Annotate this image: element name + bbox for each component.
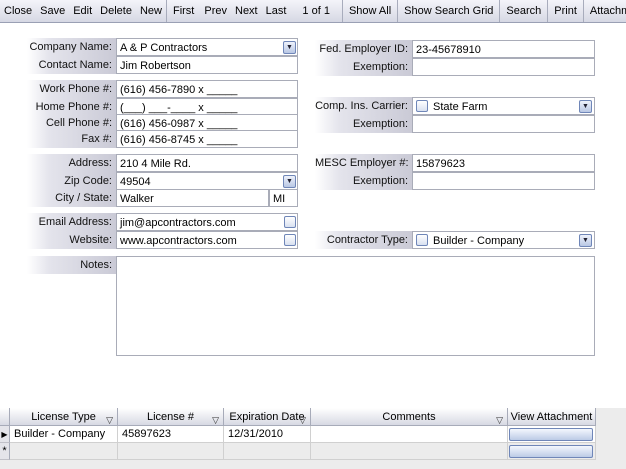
city-field[interactable]: Walker (116, 189, 269, 207)
address-field[interactable]: 210 4 Mile Rd. (116, 154, 298, 172)
company-name-combobox[interactable]: A & P Contractors (116, 38, 298, 56)
prev-button[interactable]: Prev (200, 0, 231, 22)
toolbar: Close Save Edit Delete New First Prev Ne… (0, 0, 626, 23)
contractor-type-label: Contractor Type: (315, 231, 412, 249)
exemption-label-1: Exemption: (315, 58, 412, 76)
company-name-value: A & P Contractors (120, 42, 208, 54)
comp-ins-carrier-value: State Farm (433, 101, 488, 113)
new-row-license-num[interactable] (118, 443, 224, 460)
mesc-employer-field[interactable]: 15879623 (412, 154, 595, 172)
email-send-icon[interactable] (284, 216, 296, 228)
state-value: MI (273, 193, 286, 205)
current-row-arrow-icon[interactable]: ▶ (0, 426, 10, 443)
company-name-dropdown-icon[interactable]: ▼ (283, 41, 296, 54)
email-field[interactable]: jim@apcontractors.com (116, 213, 298, 231)
email-label: Email Address: (27, 213, 116, 231)
fed-employer-id-value: 23-45678910 (416, 44, 481, 56)
zip-code-label: Zip Code: (27, 172, 116, 190)
website-value: www.apcontractors.com (120, 235, 237, 247)
exemption-field-2[interactable] (412, 115, 595, 133)
new-row-view-attachment-button[interactable] (509, 445, 593, 458)
license-num-header-label: License # (146, 411, 195, 423)
view-attachment-header: View Attachment (508, 408, 596, 426)
contractor-form: Company Name: A & P Contractors ▼ Contac… (0, 23, 626, 408)
new-row-marker: * (0, 443, 10, 460)
new-row-comments[interactable] (311, 443, 508, 460)
mesc-employer-label: MESC Employer #: (315, 154, 412, 172)
city-state-label: City / State: (27, 189, 116, 207)
company-name-label: Company Name: (27, 38, 116, 56)
work-phone-label: Work Phone #: (27, 80, 116, 98)
contractor-type-combobox[interactable]: Builder - Company (412, 231, 595, 249)
zip-code-dropdown-icon[interactable]: ▼ (283, 175, 296, 188)
new-row-license-type[interactable] (10, 443, 118, 460)
zip-code-combobox[interactable]: 49504 (116, 172, 298, 190)
save-button[interactable]: Save (36, 0, 69, 22)
new-button[interactable]: New (136, 0, 166, 22)
fax-field[interactable]: (616) 456-8745 x _____ (116, 130, 298, 148)
edit-button[interactable]: Edit (69, 0, 96, 22)
comp-ins-carrier-checkbox[interactable] (416, 100, 428, 112)
record-counter: 1 of 1 (302, 5, 330, 17)
grid-corner (0, 408, 10, 426)
fed-employer-id-field[interactable]: 23-45678910 (412, 40, 595, 58)
notes-textarea[interactable] (116, 256, 595, 356)
website-label: Website: (27, 231, 116, 249)
license-type-header[interactable]: License Type ▽ (10, 408, 118, 426)
exemption-field-1[interactable] (412, 58, 595, 76)
contractor-type-value: Builder - Company (433, 235, 525, 247)
contact-name-field[interactable]: Jim Robertson (116, 56, 298, 74)
comp-ins-carrier-combobox[interactable]: State Farm (412, 97, 595, 115)
expiration-date-header[interactable]: Expiration Date ▽ (224, 408, 311, 426)
last-button[interactable]: Last (262, 0, 291, 22)
cell-phone-value: (616) 456-0987 x _____ (120, 118, 238, 130)
state-field[interactable]: MI (269, 189, 298, 207)
next-button[interactable]: Next (231, 0, 262, 22)
contractor-type-checkbox[interactable] (416, 234, 428, 246)
work-phone-field[interactable]: (616) 456-7890 x _____ (116, 80, 298, 98)
comments-header-label: Comments (382, 411, 436, 423)
show-all-button[interactable]: Show All (341, 0, 397, 22)
address-value: 210 4 Mile Rd. (120, 158, 191, 170)
contact-name-label: Contact Name: (27, 56, 116, 74)
delete-button[interactable]: Delete (96, 0, 136, 22)
attachments-button[interactable]: Attachments (582, 0, 626, 22)
mesc-employer-value: 15879623 (416, 158, 465, 170)
table-row-license-type[interactable]: Builder - Company (10, 426, 118, 443)
comp-ins-carrier-label: Comp. Ins. Carrier: (315, 97, 412, 115)
exemption-field-3[interactable] (412, 172, 595, 190)
website-field[interactable]: www.apcontractors.com (116, 231, 298, 249)
contractor-type-dropdown-icon[interactable]: ▼ (579, 234, 592, 247)
work-phone-value: (616) 456-7890 x _____ (120, 84, 238, 96)
fax-label: Fax #: (27, 130, 116, 148)
search-button[interactable]: Search (499, 0, 547, 22)
exemption-label-2: Exemption: (315, 115, 412, 133)
print-button[interactable]: Print (547, 0, 583, 22)
license-grid: License Type ▽ License # ▽ Expiration Date… (0, 408, 626, 469)
comments-header[interactable]: Comments ▽ (311, 408, 508, 426)
zip-code-value: 49504 (120, 176, 151, 188)
close-button[interactable]: Close (0, 0, 36, 22)
first-button[interactable]: First (165, 0, 200, 22)
license-type-header-label: License Type (31, 411, 96, 423)
table-row-expiration[interactable]: 12/31/2010 (224, 426, 311, 443)
license-num-header[interactable]: License # ▽ (118, 408, 224, 426)
fed-employer-id-label: Fed. Employer ID: (315, 40, 412, 58)
email-value: jim@apcontractors.com (120, 217, 236, 229)
view-attachment-button[interactable] (509, 428, 593, 441)
table-row-comments[interactable] (311, 426, 508, 443)
city-value: Walker (120, 193, 154, 205)
new-row-expiration[interactable] (224, 443, 311, 460)
contact-name-value: Jim Robertson (120, 60, 191, 72)
exemption-label-3: Exemption: (315, 172, 412, 190)
notes-label: Notes: (27, 256, 116, 274)
fax-value: (616) 456-8745 x _____ (120, 134, 238, 146)
address-label: Address: (27, 154, 116, 172)
website-open-icon[interactable] (284, 234, 296, 246)
comp-ins-carrier-dropdown-icon[interactable]: ▼ (579, 100, 592, 113)
expiration-date-header-label: Expiration Date (229, 411, 305, 423)
table-row-license-num[interactable]: 45897623 (118, 426, 224, 443)
show-search-grid-button[interactable]: Show Search Grid (397, 0, 499, 22)
home-phone-value: (___) ___-____ x _____ (120, 102, 238, 114)
